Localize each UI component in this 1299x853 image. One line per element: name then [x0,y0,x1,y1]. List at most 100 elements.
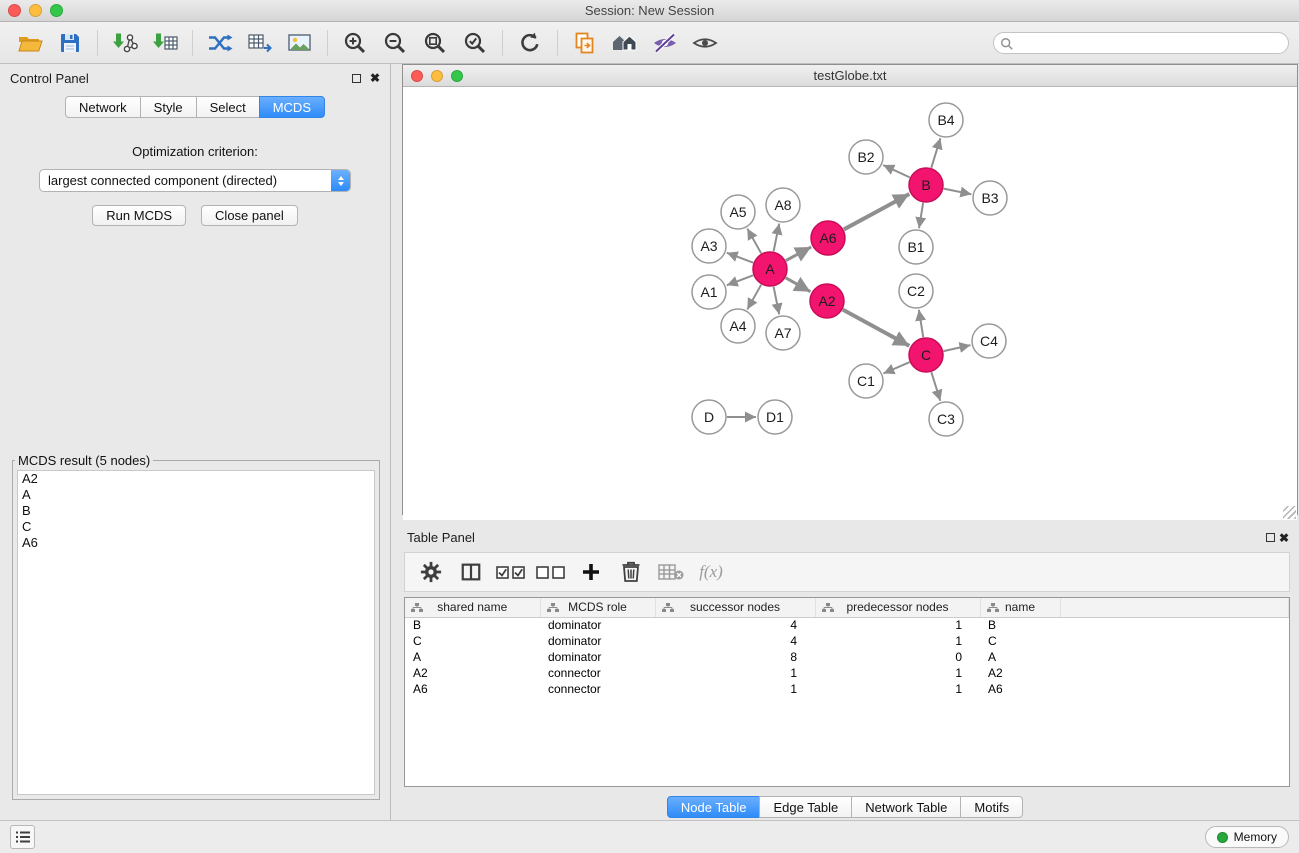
close-panel-button[interactable]: Close panel [201,205,298,226]
show-details-button[interactable] [685,26,725,60]
tab-network-table[interactable]: Network Table [851,796,961,818]
column-header-shared-name[interactable]: shared name [405,598,540,617]
save-session-button[interactable] [50,26,90,60]
zoom-fit-button[interactable] [415,26,455,60]
table-row[interactable]: A2connector11A2 [405,665,1289,681]
graph-edge-B-B4[interactable] [931,138,940,168]
tab-node-table[interactable]: Node Table [667,796,761,818]
memory-button[interactable]: Memory [1205,826,1289,848]
close-window-button[interactable] [8,4,21,17]
graph-node-B4[interactable]: B4 [929,103,963,137]
result-item[interactable]: A6 [18,535,374,551]
graph-node-A4[interactable]: A4 [721,309,755,343]
graph-edge-A6-B[interactable] [844,194,909,229]
graph-node-A6[interactable]: A6 [811,221,845,255]
home-views-button[interactable] [605,26,645,60]
graph-node-A7[interactable]: A7 [766,316,800,350]
delete-column-button[interactable] [613,556,649,588]
graph-node-C1[interactable]: C1 [849,364,883,398]
hide-details-button[interactable] [645,26,685,60]
graph-edge-A-A7[interactable] [774,287,780,315]
export-image-button[interactable] [280,26,320,60]
float-table-panel-icon[interactable] [1266,533,1275,542]
table-row[interactable]: Cdominator41C [405,633,1289,649]
column-header-MCDS-role[interactable]: MCDS role [540,598,655,617]
criterion-dropdown[interactable]: largest connected component (directed) [39,169,351,192]
graph-node-A2[interactable]: A2 [810,284,844,318]
result-item[interactable]: B [18,503,374,519]
graph-node-A[interactable]: A [753,252,787,286]
graph-edge-A-A4[interactable] [747,285,761,310]
tab-edge-table[interactable]: Edge Table [759,796,852,818]
graph-node-D1[interactable]: D1 [758,400,792,434]
table-settings-button[interactable] [413,556,449,588]
graph-node-B2[interactable]: B2 [849,140,883,174]
open-session-button[interactable] [10,26,50,60]
graph-node-C3[interactable]: C3 [929,402,963,436]
graph-edge-C-C1[interactable] [883,362,909,373]
graph-edge-C-C4[interactable] [944,345,971,351]
zoom-window-button[interactable] [50,4,63,17]
import-table-button[interactable] [145,26,185,60]
refresh-button[interactable] [510,26,550,60]
export-network-button[interactable] [565,26,605,60]
graph-node-A5[interactable]: A5 [721,195,755,229]
import-network-button[interactable] [105,26,145,60]
tab-select[interactable]: Select [196,96,260,118]
graph-edge-A-A8[interactable] [774,224,780,252]
minimize-window-button[interactable] [29,4,42,17]
tab-mcds[interactable]: MCDS [259,96,325,118]
zoom-selected-button[interactable] [455,26,495,60]
graph-edge-C-C3[interactable] [931,372,940,401]
result-item[interactable]: A [18,487,374,503]
graph-edge-A-A2[interactable] [786,278,811,292]
table-row[interactable]: Adominator80A [405,649,1289,665]
zoom-in-button[interactable] [335,26,375,60]
tab-network[interactable]: Network [65,96,141,118]
table-row[interactable]: Bdominator41B [405,617,1289,633]
zoom-network-window-button[interactable] [451,70,463,82]
graph-node-A1[interactable]: A1 [692,275,726,309]
new-network-button[interactable] [200,26,240,60]
table-row[interactable]: A6connector11A6 [405,681,1289,697]
graph-node-A8[interactable]: A8 [766,188,800,222]
column-header-successor-nodes[interactable]: successor nodes [655,598,815,617]
search-input[interactable] [993,32,1289,54]
close-panel-icon[interactable]: ✖ [370,72,380,84]
graph-edge-C-C2[interactable] [919,310,923,337]
graph-edge-A-A1[interactable] [727,275,753,285]
graph-node-B3[interactable]: B3 [973,181,1007,215]
graph-node-D[interactable]: D [692,400,726,434]
minimize-network-window-button[interactable] [431,70,443,82]
close-table-panel-icon[interactable]: ✖ [1279,531,1289,545]
function-builder-button[interactable]: f(x) [693,556,729,588]
graph-node-C[interactable]: C [909,338,943,372]
zoom-out-button[interactable] [375,26,415,60]
result-item[interactable]: A2 [18,471,374,487]
tab-style[interactable]: Style [140,96,197,118]
select-all-rows-button[interactable] [493,556,529,588]
graph-node-B1[interactable]: B1 [899,230,933,264]
graph-node-A3[interactable]: A3 [692,229,726,263]
graph-edge-B-B1[interactable] [919,203,923,228]
graph-edge-B-B3[interactable] [944,189,972,195]
run-mcds-button[interactable]: Run MCDS [92,205,186,226]
float-panel-icon[interactable] [352,74,361,83]
graph-edge-A2-C[interactable] [843,310,910,346]
window-resize-grip[interactable] [1283,506,1296,519]
tab-motifs[interactable]: Motifs [960,796,1023,818]
column-header-name[interactable]: name [980,598,1060,617]
show-columns-button[interactable] [453,556,489,588]
graph-edge-A-A6[interactable] [786,247,811,261]
graph-node-C2[interactable]: C2 [899,274,933,308]
graph-edge-A-A5[interactable] [747,229,761,254]
graph-node-C4[interactable]: C4 [972,324,1006,358]
task-history-button[interactable] [10,825,35,849]
graph-node-B[interactable]: B [909,168,943,202]
network-canvas[interactable]: B4 B2 B B3 A5 A8 A6 A3 B1 A A1 C2 A2 A4 A7 C4 C C1 C3 D D1 [403,87,1297,520]
result-item[interactable]: C [18,519,374,535]
column-header-predecessor-nodes[interactable]: predecessor nodes [815,598,980,617]
create-column-button[interactable] [573,556,609,588]
deselect-all-rows-button[interactable] [533,556,569,588]
delete-table-button[interactable] [653,556,689,588]
